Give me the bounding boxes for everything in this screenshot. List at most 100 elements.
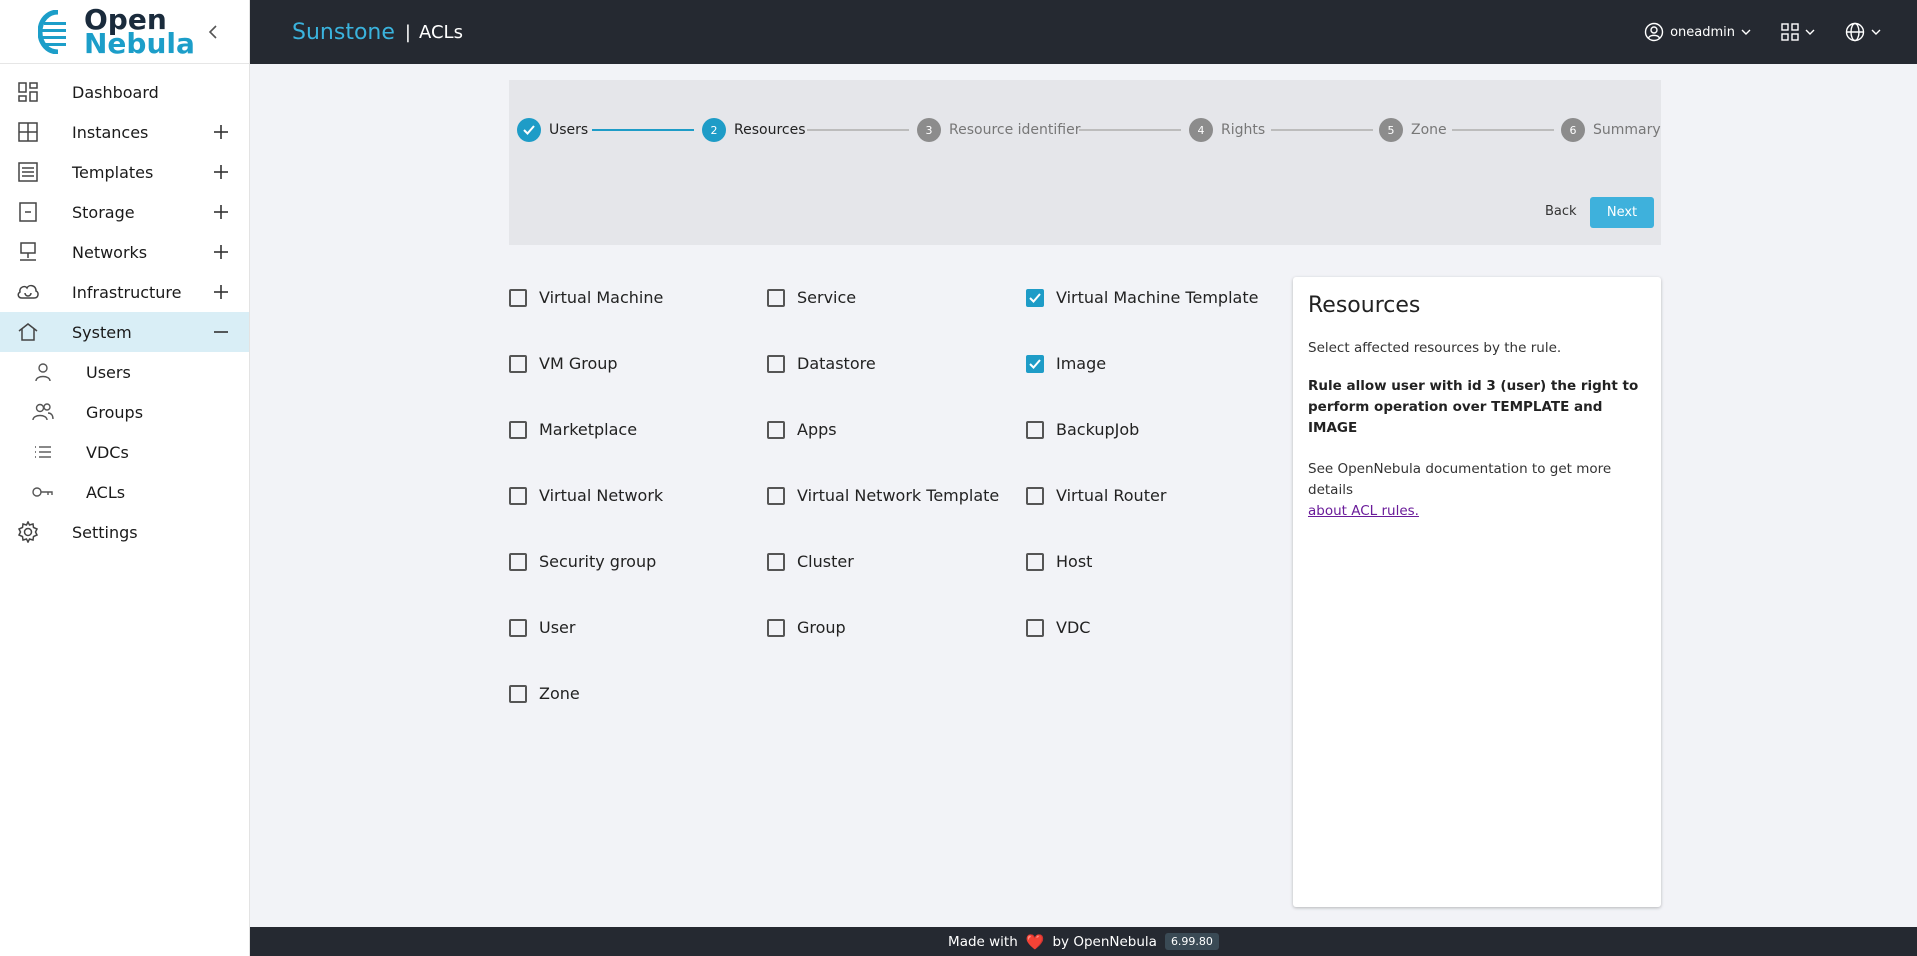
sidebar-item-networks[interactable]: Networks — [0, 232, 249, 272]
checkbox-group[interactable]: Group — [767, 618, 846, 637]
checkbox-unchecked-icon[interactable] — [767, 552, 785, 571]
sidebar-subitem-label: Groups — [86, 402, 144, 422]
checkbox-apps[interactable]: Apps — [767, 420, 837, 439]
info-title: Resources — [1308, 293, 1421, 318]
checkbox-label: Security group — [539, 552, 657, 571]
checkbox-marketplace[interactable]: Marketplace — [509, 420, 637, 439]
sidebar-item-instances[interactable]: Instances — [0, 112, 249, 152]
plus-icon[interactable] — [211, 282, 231, 302]
user-menu-button[interactable]: oneadmin — [1644, 22, 1751, 42]
checkbox-unchecked-icon[interactable] — [509, 354, 527, 373]
sidebar-item-settings[interactable]: Settings — [0, 512, 249, 552]
sidebar-item-storage[interactable]: Storage — [0, 192, 249, 232]
chevron-down-icon — [1741, 29, 1751, 35]
step-connector — [807, 129, 909, 131]
home-icon — [16, 320, 40, 344]
brand-name[interactable]: Sunstone — [292, 20, 395, 45]
sidebar-subitem-vdcs[interactable]: VDCs — [0, 432, 249, 472]
sidebar-subitem-groups[interactable]: Groups — [0, 392, 249, 432]
apps-menu-button[interactable] — [1781, 23, 1815, 41]
checkbox-unchecked-icon[interactable] — [767, 354, 785, 373]
footer: Made with ❤️ by OpenNebula 6.99.80 — [250, 927, 1917, 956]
checkbox-unchecked-icon[interactable] — [509, 684, 527, 703]
back-button[interactable]: Back — [1535, 198, 1587, 225]
checkbox-virtual-router[interactable]: Virtual Router — [1026, 486, 1166, 505]
checkbox-unchecked-icon[interactable] — [1026, 552, 1044, 571]
collapse-sidebar-button[interactable] — [203, 22, 223, 42]
step-resource-identifier[interactable]: 3 Resource identifier — [917, 118, 1080, 142]
checkbox-zone[interactable]: Zone — [509, 684, 580, 703]
checkbox-unchecked-icon[interactable] — [1026, 420, 1044, 439]
step-rights[interactable]: 4 Rights — [1189, 118, 1265, 142]
footer-by: by OpenNebula — [1052, 933, 1157, 950]
checkbox-checked-icon[interactable] — [1026, 288, 1044, 307]
sidebar: Open Nebula Dashboard Instances Template… — [0, 0, 250, 956]
sidebar-item-templates[interactable]: Templates — [0, 152, 249, 192]
checkbox-unchecked-icon[interactable] — [767, 618, 785, 637]
sidebar-item-label: Networks — [72, 242, 148, 262]
plus-icon[interactable] — [211, 202, 231, 222]
checkbox-virtual-network-template[interactable]: Virtual Network Template — [767, 486, 999, 505]
step-zone[interactable]: 5 Zone — [1379, 118, 1447, 142]
minus-icon[interactable] — [211, 322, 231, 342]
plus-icon[interactable] — [211, 162, 231, 182]
checkbox-user[interactable]: User — [509, 618, 575, 637]
checkbox-label: Virtual Machine Template — [1056, 288, 1259, 307]
step-resources[interactable]: 2 Resources — [702, 118, 806, 142]
sidebar-subitem-label: VDCs — [86, 442, 129, 462]
checkbox-service[interactable]: Service — [767, 288, 856, 307]
chevron-left-icon — [208, 25, 217, 39]
checkbox-host[interactable]: Host — [1026, 552, 1092, 571]
checkbox-unchecked-icon[interactable] — [1026, 486, 1044, 505]
checkbox-unchecked-icon[interactable] — [1026, 618, 1044, 637]
language-menu-button[interactable] — [1845, 22, 1881, 42]
checkbox-virtual-machine-template[interactable]: Virtual Machine Template — [1026, 288, 1258, 307]
gear-icon — [16, 520, 40, 544]
checkbox-checked-icon[interactable] — [1026, 354, 1044, 373]
sidebar-subitem-users[interactable]: Users — [0, 352, 249, 392]
checkbox-vdc[interactable]: VDC — [1026, 618, 1090, 637]
checkbox-unchecked-icon[interactable] — [509, 618, 527, 637]
sidebar-item-label: System — [72, 322, 132, 342]
checkbox-label: Virtual Network Template — [797, 486, 1000, 505]
checkbox-security-group[interactable]: Security group — [509, 552, 656, 571]
rule-summary: Rule allow user with id 3 (user) the rig… — [1308, 378, 1639, 436]
checkbox-datastore[interactable]: Datastore — [767, 354, 876, 373]
checkbox-unchecked-icon[interactable] — [767, 420, 785, 439]
checkbox-label: Image — [1056, 354, 1107, 373]
step-label: Summary — [1593, 122, 1661, 138]
checkbox-unchecked-icon[interactable] — [509, 288, 527, 307]
sidebar-item-infrastructure[interactable]: Infrastructure — [0, 272, 249, 312]
acl-rules-link[interactable]: about ACL rules. — [1308, 503, 1419, 519]
logo-line2: Nebula — [84, 26, 195, 60]
sidebar-subitem-acls[interactable]: ACLs — [0, 472, 249, 512]
step-label: Zone — [1411, 122, 1447, 138]
checkbox-backupjob[interactable]: BackupJob — [1026, 420, 1139, 439]
sidebar-item-dashboard[interactable]: Dashboard — [0, 72, 249, 112]
next-button[interactable]: Next — [1590, 197, 1654, 228]
checkbox-image[interactable]: Image — [1026, 354, 1106, 373]
step-connector — [1079, 129, 1181, 131]
step-label: Resources — [734, 122, 806, 138]
checkbox-virtual-machine[interactable]: Virtual Machine — [509, 288, 663, 307]
sidebar-item-system[interactable]: System — [0, 312, 249, 352]
plus-icon[interactable] — [211, 242, 231, 262]
checkbox-unchecked-icon[interactable] — [509, 552, 527, 571]
checkbox-unchecked-icon[interactable] — [767, 288, 785, 307]
checkbox-label: BackupJob — [1056, 420, 1140, 439]
step-users[interactable]: Users — [517, 118, 588, 142]
plus-icon[interactable] — [211, 122, 231, 142]
logo[interactable]: Open Nebula — [0, 0, 249, 64]
checkbox-vm-group[interactable]: VM Group — [509, 354, 618, 373]
checkbox-virtual-network[interactable]: Virtual Network — [509, 486, 663, 505]
list-icon — [32, 441, 54, 463]
step-number: 2 — [702, 118, 726, 142]
globe-icon — [1845, 22, 1865, 42]
checkbox-unchecked-icon[interactable] — [767, 486, 785, 505]
checkbox-unchecked-icon[interactable] — [509, 420, 527, 439]
dashboard-icon — [16, 80, 40, 104]
checkbox-label: Apps — [797, 420, 837, 439]
checkbox-unchecked-icon[interactable] — [509, 486, 527, 505]
step-summary[interactable]: 6 Summary — [1561, 118, 1661, 142]
checkbox-cluster[interactable]: Cluster — [767, 552, 854, 571]
